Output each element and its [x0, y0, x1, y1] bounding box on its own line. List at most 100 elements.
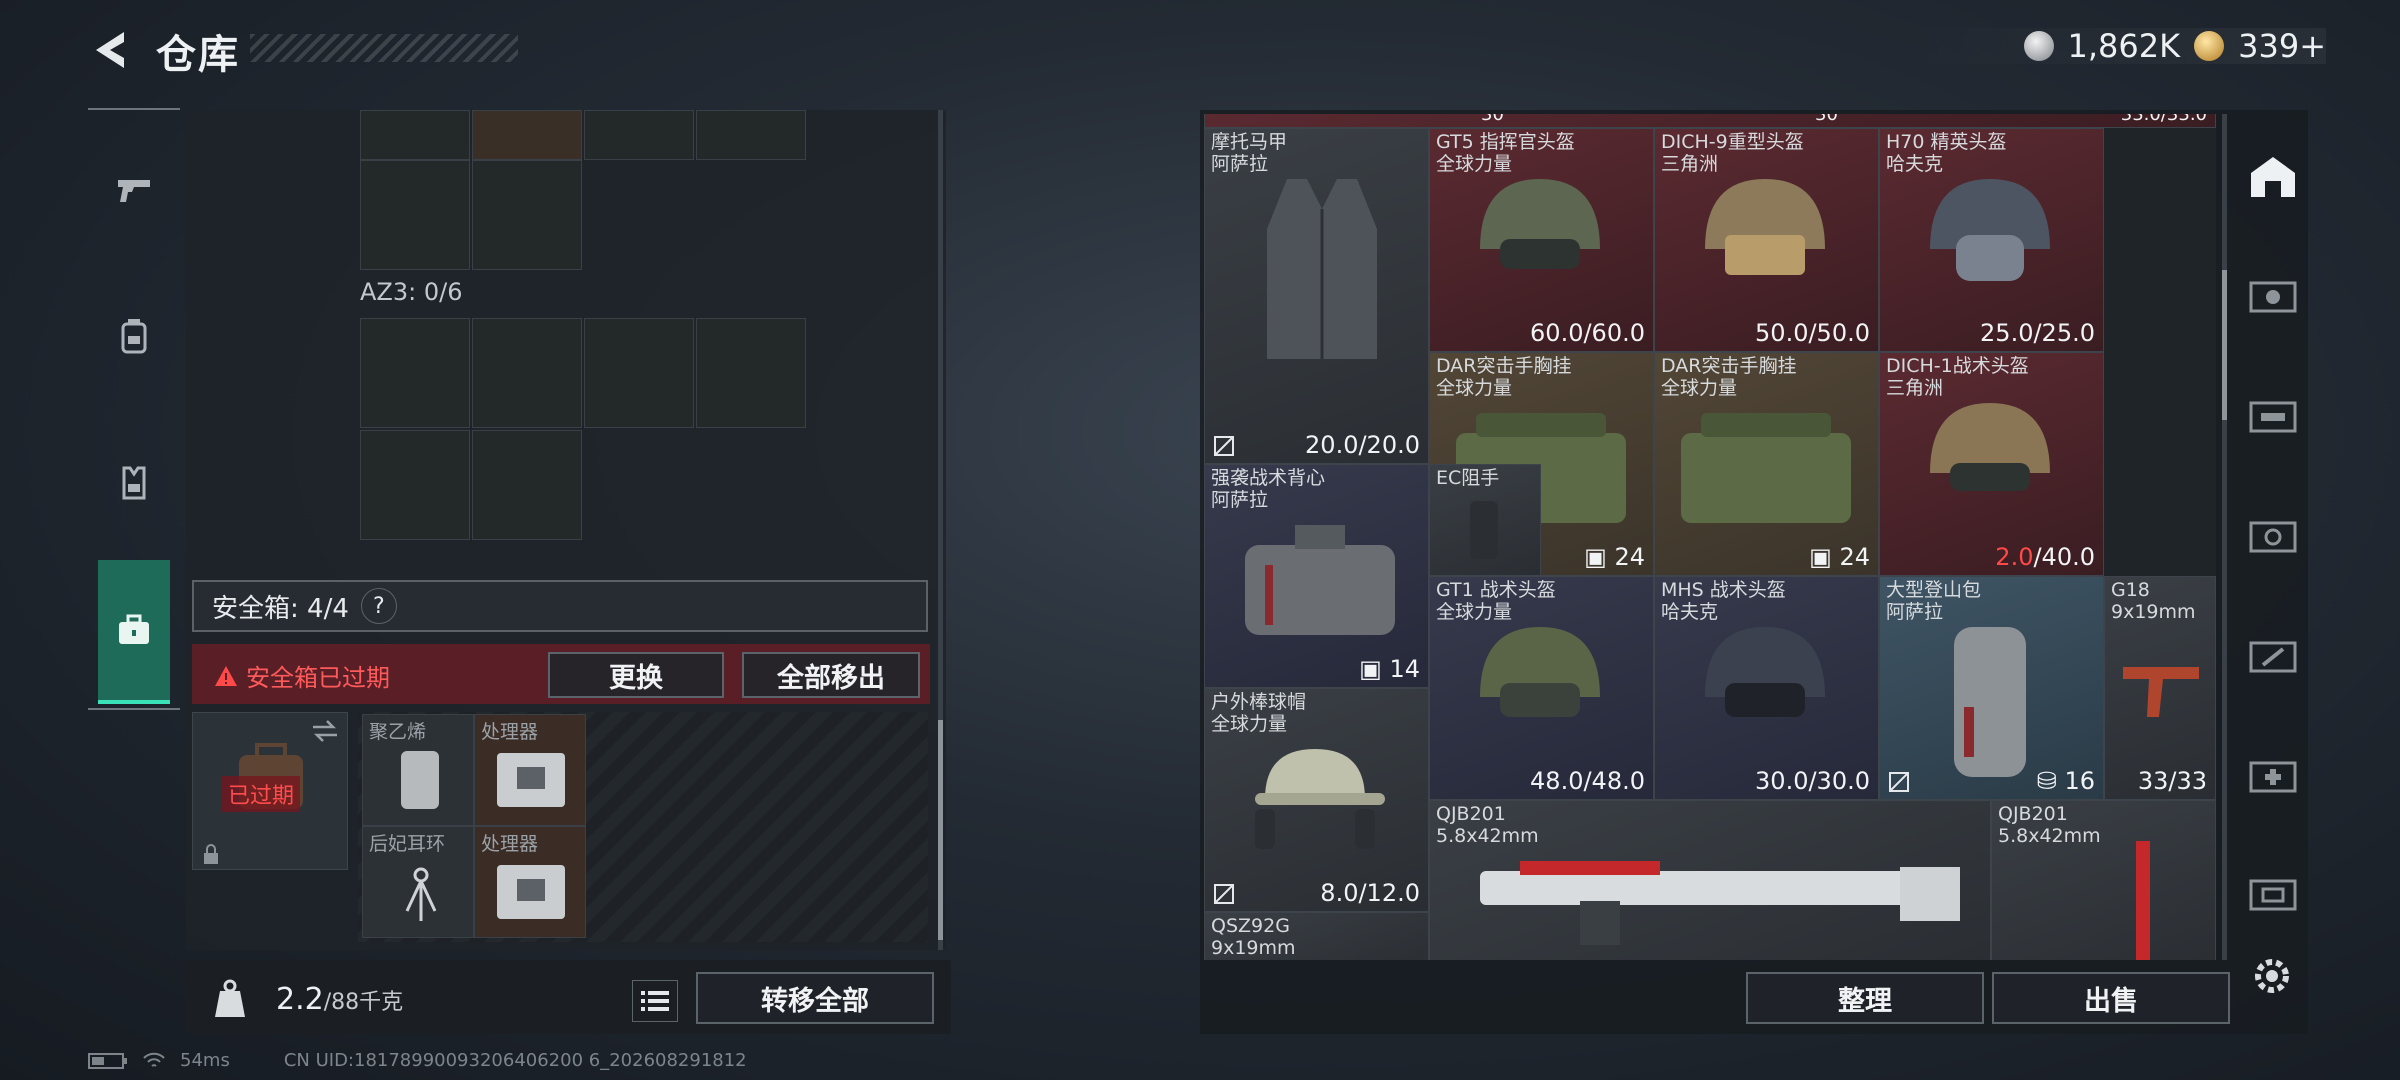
- stash-item[interactable]: 强袭战术背心 阿萨拉 ▣ 14: [1204, 464, 1429, 688]
- grid-slot[interactable]: [472, 160, 582, 270]
- stash-item[interactable]: QJB201 5.8x42mm: [1429, 800, 1991, 960]
- sidebar-divider: [88, 708, 180, 710]
- ping-value: 54ms: [180, 1050, 230, 1071]
- status-bar: 54ms CN UID:18178990093206406200 6_20260…: [88, 1050, 747, 1071]
- stash-item[interactable]: DICH-9重型头盔 三角洲 50.0/50.0: [1654, 128, 1879, 352]
- safe-box-label: 安全箱: 4/4: [212, 593, 349, 624]
- stash-item[interactable]: MHS 战术头盔 哈夫克 30.0/30.0: [1654, 576, 1879, 800]
- move-all-out-button[interactable]: 全部移出: [742, 652, 920, 698]
- safe-item-slot[interactable]: 聚乙烯: [362, 714, 474, 826]
- battery-icon: [88, 1052, 127, 1069]
- az3-slot[interactable]: [360, 318, 470, 428]
- currency-bar: 1,862K 339+: [1906, 27, 2326, 65]
- tab-crate-1[interactable]: [2240, 264, 2306, 330]
- helmet-icon: [1705, 627, 1825, 717]
- settings-gear-icon[interactable]: [2248, 952, 2296, 1000]
- stash-item[interactable]: 摩托马甲 阿萨拉 20.0/20.0: [1204, 128, 1429, 464]
- az3-slot[interactable]: [472, 430, 582, 540]
- sidebar-tab-vest[interactable]: [88, 412, 180, 552]
- stash-row-partial: 30 30 33.0/33.0: [1204, 114, 2216, 128]
- stash-item[interactable]: DICH-1战术头盔 三角洲 2.0/40.0: [1879, 352, 2104, 576]
- grip-icon: [1470, 501, 1498, 559]
- pistol-icon: [2123, 667, 2199, 717]
- uid-text: CN UID:18178990093206406200 6_2026082918…: [283, 1050, 747, 1071]
- replace-button[interactable]: 更换: [548, 652, 724, 698]
- stash-item[interactable]: QSZ92G 9x19mm: [1204, 912, 1429, 960]
- item-name: 处理器: [481, 833, 539, 855]
- sidebar-tab-safebox[interactable]: [98, 560, 170, 704]
- grid-slot-filled[interactable]: [472, 110, 582, 160]
- expired-notice: 安全箱已过期: [214, 658, 390, 693]
- capacity: ▣ 14: [1359, 655, 1420, 683]
- item-name: EC阻手: [1436, 467, 1500, 489]
- durability: 48.0/48.0: [1530, 767, 1645, 795]
- stash-item[interactable]: 大型登山包 阿萨拉 ⛁ 16: [1879, 576, 2104, 800]
- back-arrow-icon[interactable]: [88, 28, 132, 72]
- stash-item[interactable]: GT5 指挥官头盔 全球力量 60.0/60.0: [1429, 128, 1654, 352]
- helmet-icon: [1930, 179, 2050, 281]
- az3-slot[interactable]: [360, 430, 470, 540]
- ammo-count: 33/33: [2137, 767, 2207, 795]
- sell-button[interactable]: 出售: [1992, 972, 2230, 1024]
- tab-crate-2[interactable]: [2240, 384, 2306, 450]
- page-title: 仓库: [156, 32, 240, 78]
- item-name: DAR突击手胸挂 全球力量: [1436, 355, 1572, 399]
- grid-slot[interactable]: [360, 160, 470, 270]
- grid-slot[interactable]: [584, 110, 694, 160]
- stash-item[interactable]: DAR突击手胸挂 全球力量 ▣ 24: [1654, 352, 1879, 576]
- safe-box-header: 安全箱: 4/4 ?: [192, 580, 928, 632]
- az3-slot[interactable]: [472, 318, 582, 428]
- az3-slot[interactable]: [696, 318, 806, 428]
- stash-grid: 30 30 33.0/33.0 摩托马甲 阿萨拉 20.0/20.0 GT5 指挥…: [1204, 114, 2216, 960]
- left-scrollbar-thumb[interactable]: [938, 720, 943, 940]
- item-name: 处理器: [481, 721, 539, 743]
- help-button[interactable]: ?: [360, 588, 397, 624]
- gold-coin-value[interactable]: 339+: [2238, 27, 2326, 65]
- tab-crate-5[interactable]: [2240, 744, 2306, 810]
- warning-icon: [215, 665, 237, 686]
- stash-item[interactable]: EC阻手: [1429, 464, 1541, 576]
- stash-item[interactable]: 户外棒球帽 全球力量 8.0/12.0: [1204, 688, 1429, 912]
- ammo-crate-icon: [2249, 281, 2297, 313]
- list-view-button[interactable]: [632, 980, 678, 1022]
- tab-crate-6[interactable]: [2240, 862, 2306, 928]
- stash-item[interactable]: H70 精英头盔 哈夫克 25.0/25.0: [1879, 128, 2104, 352]
- sidebar-tab-backpack[interactable]: [88, 266, 180, 406]
- transfer-all-button[interactable]: 转移全部: [696, 972, 934, 1024]
- grid-slot[interactable]: [696, 110, 806, 160]
- tab-crate-4[interactable]: [2240, 624, 2306, 690]
- tab-all-storage[interactable]: [2240, 144, 2306, 210]
- sort-button[interactable]: 整理: [1746, 972, 1984, 1024]
- az3-slot[interactable]: [584, 318, 694, 428]
- chest-rig-icon: [1681, 413, 1851, 523]
- grid-slot[interactable]: [360, 110, 470, 160]
- durability: 8.0/12.0: [1320, 879, 1420, 907]
- stash-item[interactable]: QJB201 5.8x42mm: [1991, 800, 2216, 960]
- stash-item[interactable]: GT1 战术头盔 全球力量 48.0/48.0: [1429, 576, 1654, 800]
- safe-item-slot[interactable]: 处理器: [474, 826, 586, 938]
- item-name: 聚乙烯: [369, 721, 427, 743]
- backpack-icon: [121, 319, 147, 354]
- item-name: 后妃耳环: [369, 833, 446, 855]
- processor-icon: [497, 753, 565, 807]
- capacity: ⛁ 16: [2036, 767, 2095, 795]
- durability: 25.0/25.0: [1980, 319, 2095, 347]
- weight-current: 2.2: [276, 982, 324, 1017]
- helmet-icon: [1930, 403, 2050, 491]
- durability: 60.0/60.0: [1530, 319, 1645, 347]
- az3-capacity-label: AZ3: 0/6: [360, 278, 463, 306]
- sidebar-tab-weapons[interactable]: [88, 120, 180, 260]
- stash-item[interactable]: G18 9x19mm 33/33: [2104, 576, 2216, 800]
- stash-scrollbar-thumb[interactable]: [2222, 270, 2227, 420]
- safe-item-slot[interactable]: 后妃耳环: [362, 826, 474, 938]
- safe-house-icon: [2251, 157, 2295, 197]
- sidebar-divider: [88, 108, 180, 110]
- safe-item-slot[interactable]: 处理器: [474, 714, 586, 826]
- no-insure-icon: [1214, 884, 1234, 904]
- item-name: DAR突击手胸挂 全球力量: [1661, 355, 1797, 399]
- cap-headset-icon: [1255, 749, 1385, 849]
- stash-scrollbar-track[interactable]: [2222, 114, 2227, 960]
- expired-notice-text: 安全箱已过期: [246, 664, 390, 692]
- tab-crate-3[interactable]: [2240, 504, 2306, 570]
- durability: 30.0/30.0: [1755, 767, 1870, 795]
